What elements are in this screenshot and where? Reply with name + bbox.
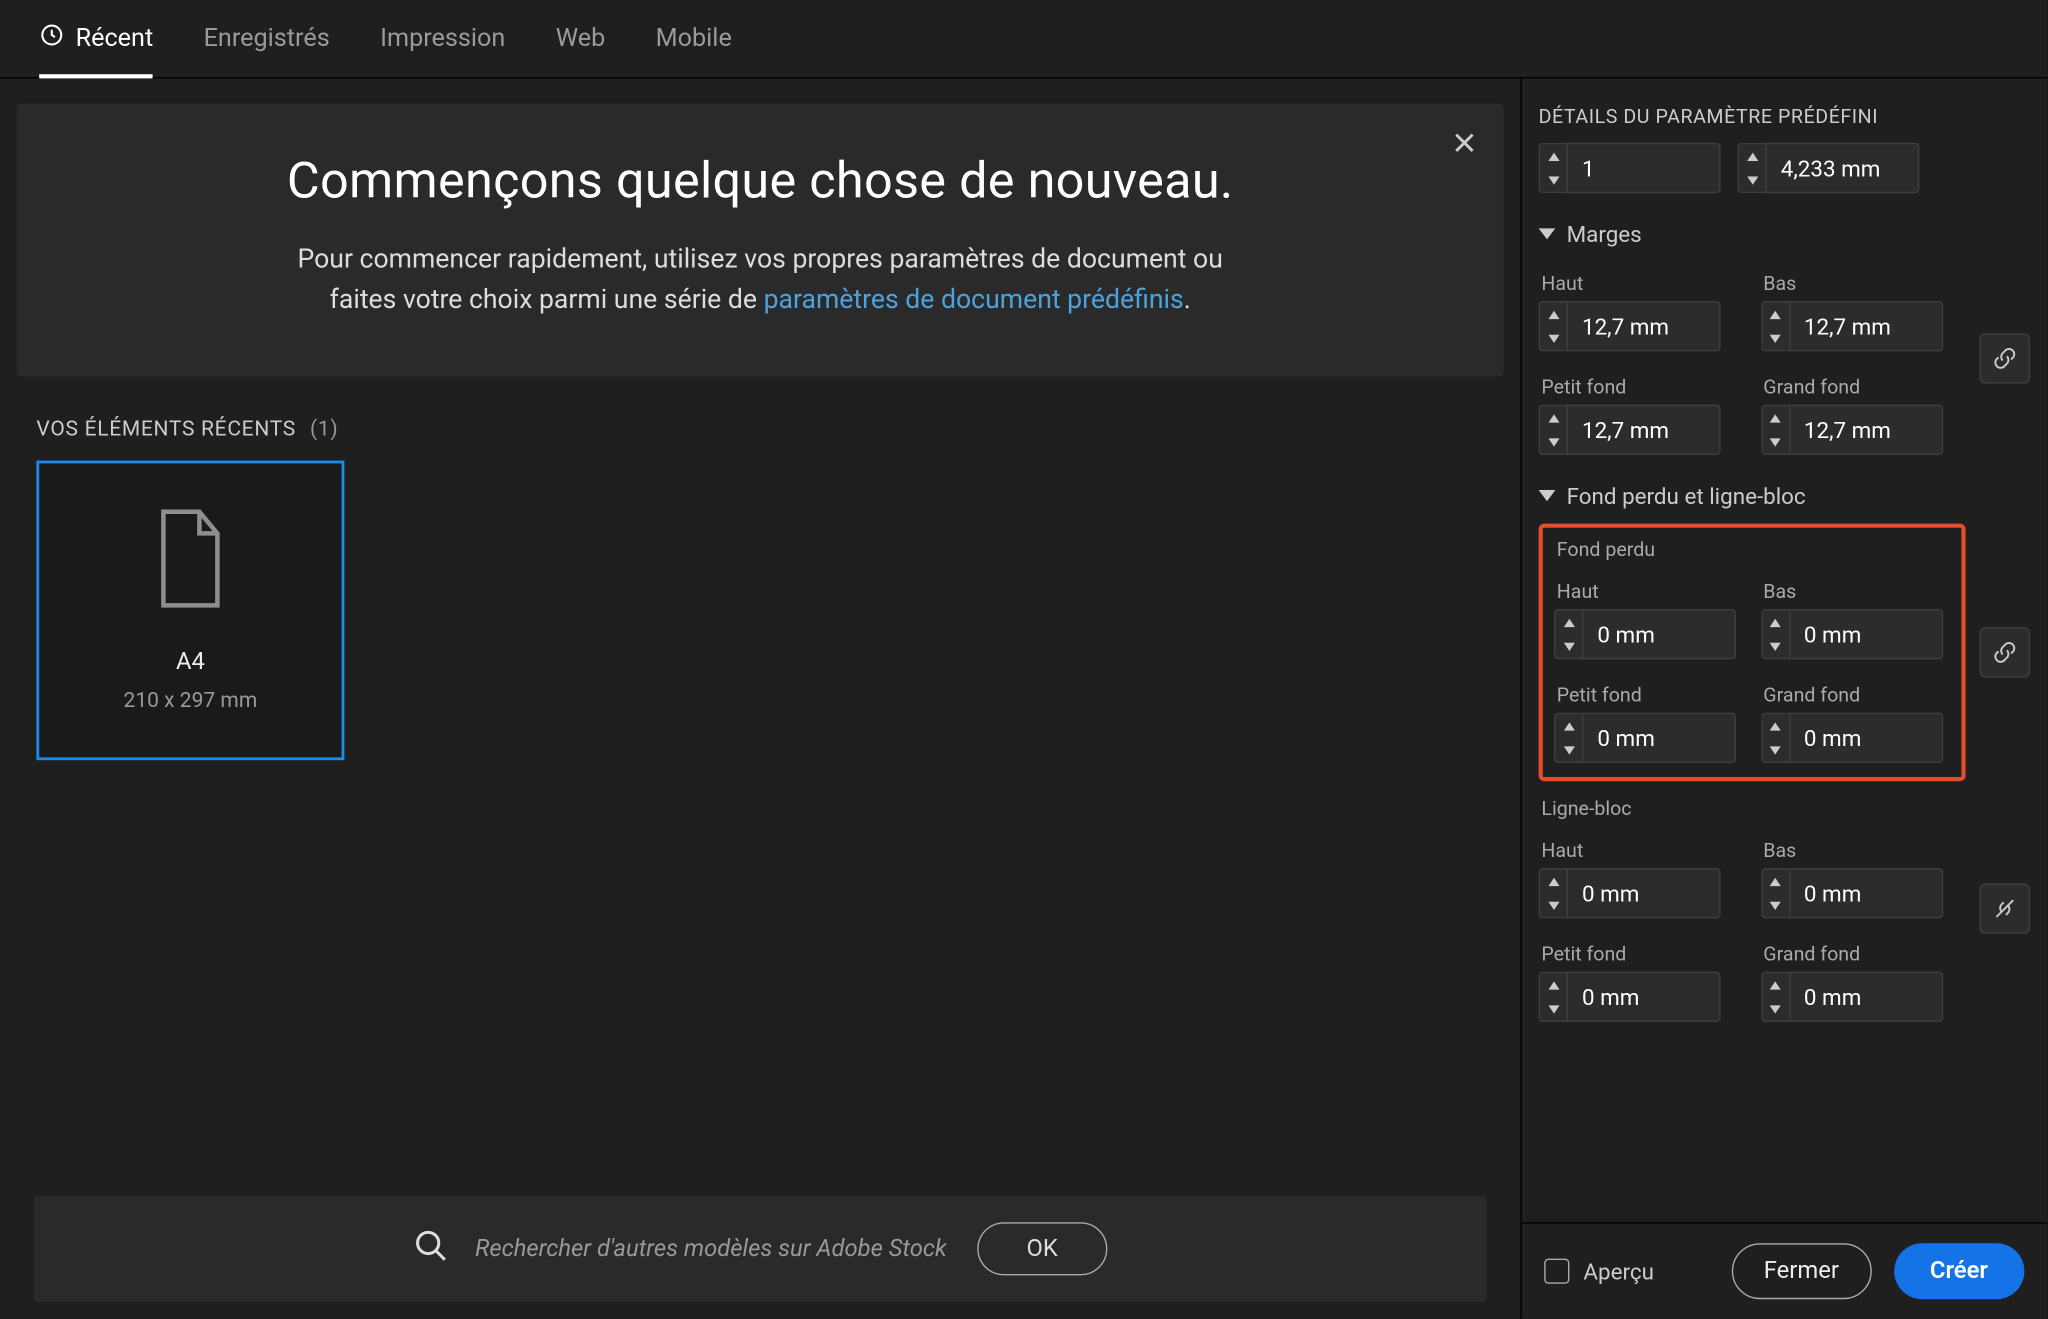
recent-preset-card[interactable]: A4 210 x 297 mm	[36, 460, 344, 760]
label-petit-fond: Petit fond	[1541, 944, 1743, 966]
stepper-arrows[interactable]	[1737, 143, 1765, 193]
tab-mobile[interactable]: Mobile	[656, 0, 732, 78]
hero-sub-line1: Pour commencer rapidement, utilisez vos …	[298, 242, 1223, 274]
marges-bas-stepper[interactable]	[1761, 301, 1966, 351]
marges-link-button[interactable]	[1980, 333, 2030, 383]
apercu-label: Aperçu	[1583, 1258, 1654, 1285]
marges-petit-fond-input[interactable]	[1567, 405, 1721, 455]
close-icon[interactable]	[1450, 129, 1478, 157]
pages-input[interactable]	[1567, 143, 1721, 193]
tab-label: Récent	[76, 24, 154, 53]
stock-search-input[interactable]: Rechercher d'autres modèles sur Adobe St…	[475, 1235, 947, 1263]
clock-icon	[39, 22, 64, 54]
pages-stepper[interactable]	[1539, 143, 1721, 193]
tab-label: Mobile	[656, 24, 732, 53]
fondperdu-petit-fond-input[interactable]	[1582, 713, 1736, 763]
label-grand-fond: Grand fond	[1763, 944, 1965, 966]
hero-period: .	[1184, 283, 1191, 315]
fondperdu-haut-input[interactable]	[1582, 609, 1736, 659]
lignebloc-petit-fond-input[interactable]	[1567, 972, 1721, 1022]
tab-label: Enregistrés	[204, 24, 330, 53]
apercu-checkbox[interactable]: Aperçu	[1544, 1258, 1654, 1285]
tab-print[interactable]: Impression	[380, 0, 505, 78]
label-haut: Haut	[1541, 840, 1743, 862]
marges-haut-stepper[interactable]	[1539, 301, 1744, 351]
tab-label: Impression	[380, 24, 505, 53]
lignebloc-bas-input[interactable]	[1789, 868, 1943, 918]
label-haut: Haut	[1557, 581, 1744, 603]
label-bas: Bas	[1763, 273, 1965, 295]
search-icon	[414, 1228, 450, 1270]
hero-sub-line2: faites votre choix parmi une série de	[330, 283, 764, 315]
stock-search-ok-button[interactable]: OK	[978, 1222, 1107, 1275]
right-footer: Aperçu Fermer Créer	[1522, 1222, 2047, 1319]
section-marges-toggle[interactable]: Marges	[1539, 221, 2030, 248]
gutter-stepper[interactable]	[1737, 143, 1919, 193]
top-tabs: Récent Enregistrés Impression Web Mobile	[0, 0, 2047, 78]
lignebloc-link-button[interactable]	[1980, 883, 2030, 933]
label-bas: Bas	[1763, 840, 1965, 862]
checkbox-icon[interactable]	[1544, 1259, 1569, 1284]
fondperdu-bas-input[interactable]	[1789, 609, 1943, 659]
tab-recent[interactable]: Récent	[39, 0, 153, 78]
fondperdu-link-button[interactable]	[1980, 627, 2030, 677]
preset-details-header: DÉTAILS DU PARAMÈTRE PRÉDÉFINI	[1539, 106, 2030, 128]
label-grand-fond: Grand fond	[1763, 377, 1965, 399]
section-label: Fond perdu et ligne-bloc	[1567, 483, 1806, 510]
label-ligne-bloc: Ligne-bloc	[1541, 798, 1965, 820]
card-title: A4	[176, 648, 205, 676]
lignebloc-haut-input[interactable]	[1567, 868, 1721, 918]
tab-web[interactable]: Web	[556, 0, 606, 78]
stock-search-bar: Rechercher d'autres modèles sur Adobe St…	[34, 1196, 1487, 1302]
fond-perdu-highlight: Fond perdu Haut Bas	[1539, 524, 1966, 782]
fondperdu-grand-fond-input[interactable]	[1789, 713, 1943, 763]
section-label: Marges	[1567, 221, 1642, 248]
section-fond-perdu-toggle[interactable]: Fond perdu et ligne-bloc	[1539, 483, 2030, 510]
recent-header-label: VOS ÉLÉMENTS RÉCENTS	[36, 416, 296, 441]
hero-title: Commençons quelque chose de nouveau.	[73, 151, 1448, 210]
marges-haut-input[interactable]	[1567, 301, 1721, 351]
stepper-arrows[interactable]	[1539, 143, 1567, 193]
marges-grand-fond-stepper[interactable]	[1761, 405, 1966, 455]
lignebloc-grand-fond-input[interactable]	[1789, 972, 1943, 1022]
preset-link[interactable]: paramètres de document prédéfinis	[764, 283, 1184, 315]
hero-card: Commençons quelque chose de nouveau. Pou…	[17, 104, 1504, 377]
gutter-input[interactable]	[1765, 143, 1919, 193]
card-dimensions: 210 x 297 mm	[124, 687, 258, 712]
label-petit-fond: Petit fond	[1541, 377, 1743, 399]
label-petit-fond: Petit fond	[1557, 685, 1744, 707]
recent-header: VOS ÉLÉMENTS RÉCENTS (1)	[36, 416, 1503, 441]
marges-petit-fond-stepper[interactable]	[1539, 405, 1744, 455]
recent-count: (1)	[310, 416, 338, 441]
label-fond-perdu: Fond perdu	[1557, 539, 1950, 561]
hero-subtitle: Pour commencer rapidement, utilisez vos …	[73, 238, 1448, 320]
fermer-button[interactable]: Fermer	[1732, 1243, 1872, 1299]
tab-saved[interactable]: Enregistrés	[204, 0, 330, 78]
document-icon	[154, 508, 227, 614]
creer-button[interactable]: Créer	[1894, 1243, 2025, 1299]
label-haut: Haut	[1541, 273, 1743, 295]
marges-grand-fond-input[interactable]	[1789, 405, 1943, 455]
label-grand-fond: Grand fond	[1763, 685, 1950, 707]
marges-bas-input[interactable]	[1789, 301, 1943, 351]
tab-label: Web	[556, 24, 606, 53]
label-bas: Bas	[1763, 581, 1950, 603]
